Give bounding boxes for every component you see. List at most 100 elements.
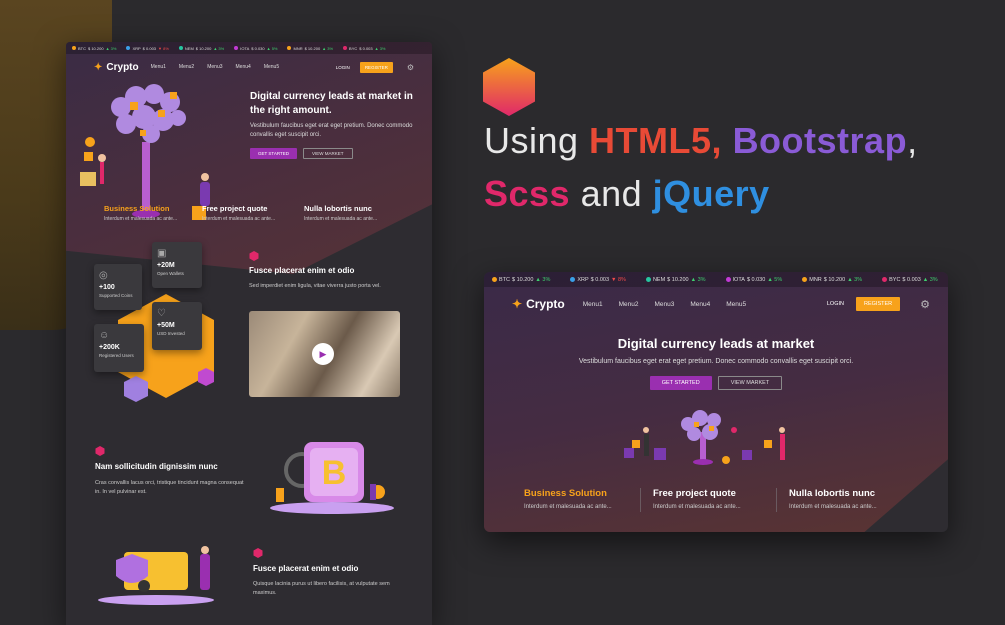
ticker-change: ▼ 8%: [158, 45, 169, 51]
ticker-price: $ 10.200: [88, 45, 104, 51]
coin-icon: [343, 46, 348, 50]
menu-item-4[interactable]: Menu4: [690, 301, 710, 308]
ticker-price: $ 10.200: [823, 276, 846, 283]
menu-item-3[interactable]: Menu3: [654, 301, 674, 308]
ticker-symbol: XRP: [132, 45, 141, 51]
ticker-item[interactable]: MNR $ 10.200 ▲ 3%: [287, 46, 333, 51]
menu-item-1[interactable]: Menu1: [151, 64, 166, 70]
feature-title: Free project quote: [653, 488, 736, 499]
logo[interactable]: ✦ Crypto: [94, 62, 139, 73]
ticker-symbol: IOTA: [732, 276, 745, 283]
gear-icon[interactable]: ⚙: [920, 298, 930, 311]
ticker-symbol: XRP: [577, 276, 589, 283]
view-market-button[interactable]: VIEW MARKET: [717, 376, 783, 390]
menu-item-3[interactable]: Menu3: [207, 64, 222, 70]
ticker-change: ▲ 3%: [213, 45, 225, 51]
ticker-symbol: BTC: [78, 45, 86, 51]
view-market-button[interactable]: VIEW MARKET: [303, 148, 353, 159]
heart-icon: ♡: [157, 308, 166, 319]
register-button[interactable]: REGISTER: [359, 61, 393, 73]
navbar: ✦ Crypto Menu1 Menu2 Menu3 Menu4 Menu5 L…: [94, 60, 414, 74]
get-started-button[interactable]: GET STARTED: [250, 148, 298, 159]
stat-value: +200K: [99, 344, 120, 351]
ticker-symbol: BYC: [889, 276, 901, 283]
ticker-change: ▲ 3%: [105, 45, 117, 51]
feature-free-quote: Free project quote Interdum et malesuada…: [202, 204, 275, 222]
headline-line-2: Scss and jQuery: [484, 173, 770, 215]
users-icon: ☺: [99, 330, 110, 341]
divider: [640, 488, 641, 512]
section-title: Fusce placerat enim et odio: [253, 564, 359, 573]
stat-supported-coins: ◎ +100 Supported Coins: [94, 264, 142, 310]
ticker-item[interactable]: NEM $ 10.200 ▲ 3%: [645, 276, 706, 283]
ticker-item[interactable]: MNR $ 10.200 ▲ 3%: [802, 277, 862, 283]
headline-and: and: [570, 173, 653, 214]
coin-icon: [645, 277, 651, 282]
section-title: Fusce placerat enim et odio: [249, 266, 355, 275]
play-icon[interactable]: ▶: [312, 343, 334, 365]
mockup-hero-section: BTC $ 10.200 ▲ 3% XRP $ 0.003 ▼ 8% NEM $ 10.200…: [484, 272, 948, 532]
money-tree-illustration: [624, 410, 785, 465]
ticker-change: ▼ 8%: [611, 276, 626, 283]
ticker-change: ▲ 3%: [374, 45, 386, 51]
feature-description: Interdum et malesuada ac ante...: [524, 504, 612, 510]
coin-icon: [725, 277, 731, 282]
ticker-item[interactable]: XRP $ 0.003 ▼ 8%: [126, 45, 169, 51]
ticker-change: ▲ 3%: [535, 276, 551, 283]
ticker-price: $ 10.200: [667, 276, 689, 283]
ticker-price: $ 0.003: [590, 276, 610, 283]
register-button[interactable]: REGISTER: [856, 297, 901, 311]
gear-icon[interactable]: ⚙: [407, 63, 414, 72]
login-link[interactable]: LOGIN: [827, 301, 844, 307]
login-link[interactable]: LOGIN: [336, 65, 350, 70]
headline-using: Using: [484, 120, 590, 161]
security-illustration: [98, 546, 214, 605]
ticker-item[interactable]: XRP $ 0.003 ▼ 8%: [570, 277, 626, 283]
coin-icon: [234, 46, 239, 50]
feature-title: Nulla lobortis nunc: [789, 488, 876, 499]
coin-icon: ◎: [99, 270, 108, 281]
logo[interactable]: ✦ Crypto: [512, 297, 565, 311]
ticker-item[interactable]: BTC $ 10.200 ▲ 3%: [492, 277, 550, 283]
ticker-change: ▲ 3%: [847, 276, 863, 283]
headline-jquery: jQuery: [652, 173, 770, 214]
ticker-price: $ 0.003: [359, 45, 373, 51]
ticker-item[interactable]: NEM $ 10.200 ▲ 3%: [178, 45, 225, 51]
ticker-item[interactable]: BYC $ 0.003 ▲ 3%: [343, 46, 385, 51]
wallet-icon: ▣: [157, 248, 167, 259]
bitcoin-illustration: B: [270, 442, 394, 514]
ticker-symbol: MNR: [293, 45, 303, 51]
feature-description: Interdum et malesuada ac ante...: [202, 216, 276, 222]
logo-star-icon: ✦: [512, 297, 523, 311]
stat-label: USD Invested: [157, 331, 185, 336]
menu-item-5[interactable]: Menu5: [264, 64, 279, 70]
get-started-button[interactable]: GET STARTED: [649, 376, 712, 390]
ticker-item[interactable]: BTC $ 10.200 ▲ 3%: [72, 46, 116, 51]
ticker-price: $ 10.200: [304, 45, 321, 51]
menu-item-1[interactable]: Menu1: [583, 301, 603, 308]
ticker-symbol: IOTA: [240, 45, 250, 51]
ticker-item[interactable]: IOTA $ 0.030 ▲ 5%: [234, 46, 277, 51]
coin-icon: [287, 46, 292, 50]
menu-item-4[interactable]: Menu4: [236, 64, 251, 70]
divider: [776, 488, 777, 512]
hexagon-icon: [95, 446, 105, 456]
feature-title: Business Solution: [104, 204, 170, 213]
ticker-item[interactable]: BYC $ 0.003 ▲ 3%: [882, 277, 938, 283]
ticker-change: ▲ 5%: [767, 276, 783, 283]
logo-star-icon: ✦: [94, 61, 103, 73]
ticker-symbol: MNR: [809, 276, 822, 283]
coin-icon: [570, 277, 576, 282]
menu-item-2[interactable]: Menu2: [619, 301, 639, 308]
ticker-price: $ 10.200: [512, 276, 534, 283]
ticker-symbol: BYC: [349, 45, 358, 51]
coin-icon: [882, 277, 888, 282]
menu-item-5[interactable]: Menu5: [726, 301, 746, 308]
navbar: ✦ Crypto Menu1 Menu2 Menu3 Menu4 Menu5 L…: [512, 296, 930, 312]
video-thumbnail[interactable]: ▶: [249, 311, 400, 397]
ticker-item[interactable]: IOTA $ 0.030 ▲ 5%: [725, 276, 783, 283]
coin-icon: [178, 46, 183, 50]
stat-value: +20M: [157, 262, 175, 269]
menu-item-2[interactable]: Menu2: [179, 64, 194, 70]
stat-registered-users: ☺ +200K Registered Users: [94, 324, 144, 372]
